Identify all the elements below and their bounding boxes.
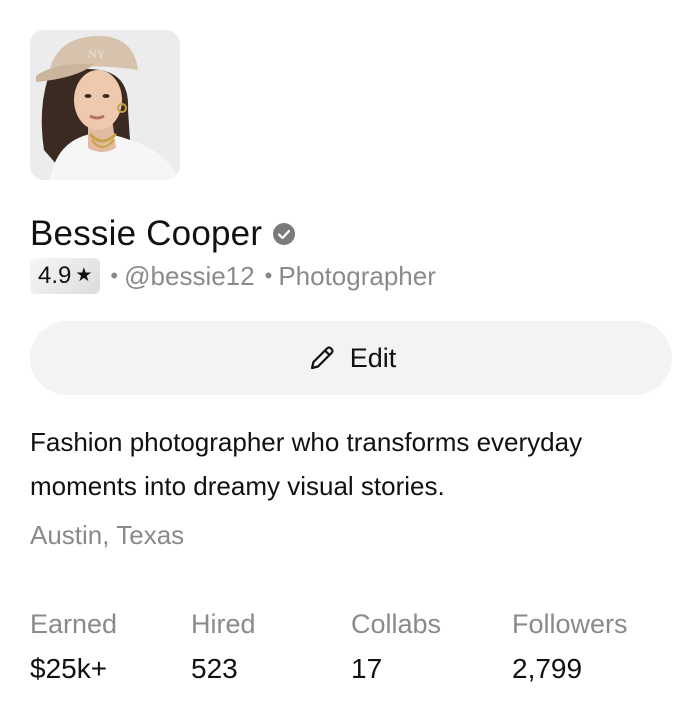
stat-label: Collabs	[351, 609, 442, 639]
separator-dot: •	[264, 263, 273, 288]
profile-meta: 4.9 ★ • @bessie12 • Photographer	[30, 258, 436, 294]
stat-collabs: Collabs 17	[351, 606, 441, 687]
stat-followers[interactable]: Followers 2,799	[512, 606, 628, 687]
profile-name: Bessie Cooper	[30, 214, 263, 253]
rating-badge: 4.9 ★	[30, 258, 101, 294]
stat-hired: Hired 523	[191, 606, 256, 687]
profile-location: Austin, Texas	[30, 520, 185, 550]
profile-role: Photographer	[278, 260, 436, 291]
star-icon: ★	[75, 264, 93, 286]
pencil-icon	[310, 346, 334, 370]
separator-dot: •	[110, 263, 119, 288]
stat-value: 2,799	[512, 653, 583, 684]
stat-value: 17	[351, 653, 383, 684]
rating-value: 4.9	[38, 262, 72, 289]
stat-value: $25k+	[30, 653, 108, 684]
stat-label: Hired	[191, 609, 256, 639]
verified-check-icon	[273, 223, 296, 245]
stat-earned: Earned $25k+	[30, 606, 117, 687]
avatar: NY	[30, 30, 180, 180]
stat-value: 523	[191, 653, 238, 684]
svg-text:NY: NY	[88, 47, 106, 61]
stat-label: Earned	[30, 609, 118, 639]
avatar-photo: NY	[30, 30, 180, 180]
stat-label: Followers	[512, 609, 628, 639]
profile-handle[interactable]: @bessie12	[124, 261, 254, 292]
profile-header: Bessie Cooper	[30, 213, 296, 255]
edit-button[interactable]: Edit	[30, 321, 672, 395]
edit-button-label: Edit	[349, 342, 397, 373]
profile-bio: Fashion photographer who transforms ever…	[30, 427, 583, 501]
